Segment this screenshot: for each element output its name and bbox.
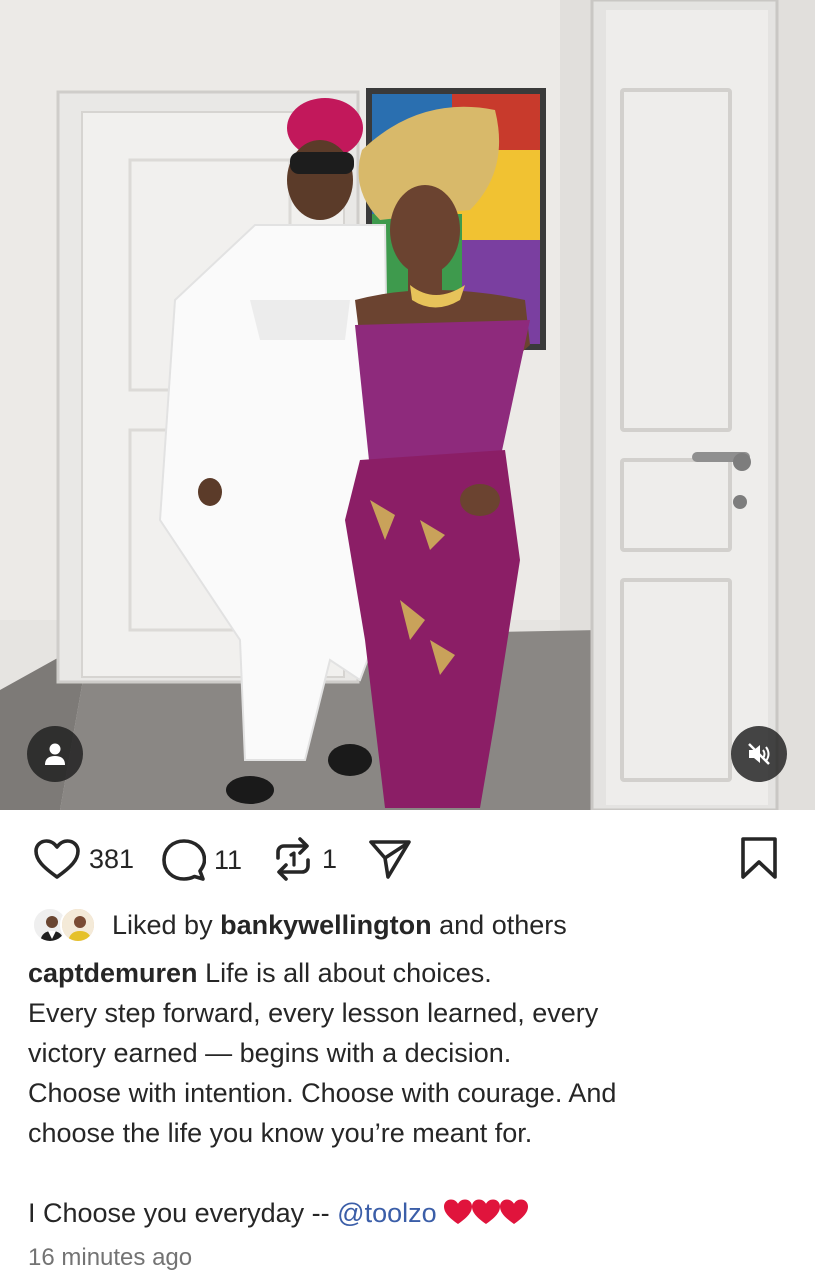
post-action-bar: 381 11 1	[0, 810, 815, 902]
share-button[interactable]	[368, 838, 412, 880]
heart-emojis	[443, 1198, 528, 1226]
red-heart-icon	[471, 1199, 500, 1224]
repost-icon	[276, 837, 310, 881]
like-button[interactable]: 381	[33, 838, 134, 880]
liker-avatars	[30, 905, 102, 945]
liked-by-suffix[interactable]: and others	[439, 910, 567, 941]
bookmark-icon	[741, 837, 777, 879]
mute-button[interactable]	[731, 726, 787, 782]
repost-count: 1	[322, 843, 338, 874]
liked-by-user-link[interactable]: bankywellington	[220, 910, 432, 941]
post-photo[interactable]	[0, 0, 815, 810]
comment-count: 11	[214, 844, 243, 875]
save-button[interactable]	[740, 836, 778, 880]
caption-line: victory earned — begins with a decision.	[28, 1038, 512, 1068]
liked-by-prefix: Liked by	[112, 909, 213, 940]
send-icon	[369, 840, 411, 879]
caption-line: choose the life you know you’re meant fo…	[28, 1118, 533, 1148]
caption-closing-text: I Choose you everyday --	[28, 1198, 330, 1228]
caption-line: Choose with intention. Choose with coura…	[28, 1078, 617, 1108]
comment-bubble-icon	[162, 839, 206, 881]
caption-line: Every step forward, every lesson learned…	[28, 998, 599, 1028]
caption-username[interactable]: captdemuren	[28, 958, 198, 988]
tagged-people-button[interactable]	[27, 726, 83, 782]
heart-icon	[34, 839, 80, 879]
post-caption: captdemuren Life is all about choices. E…	[28, 953, 798, 1233]
repost-button[interactable]: 1	[272, 836, 337, 882]
speaker-muted-icon	[748, 743, 770, 765]
person-icon	[45, 743, 65, 765]
red-heart-icon	[443, 1199, 472, 1224]
post-timestamp: 16 minutes ago	[28, 1244, 193, 1271]
like-count: 381	[89, 843, 135, 874]
caption-line: Life is all about choices.	[205, 958, 492, 988]
mention-link[interactable]: @toolzo	[337, 1198, 436, 1228]
post-image	[0, 0, 815, 810]
liked-by-line[interactable]: Liked by bankywellington and others	[30, 903, 567, 947]
avatar	[60, 907, 96, 943]
red-heart-icon	[499, 1199, 528, 1224]
comment-button[interactable]: 11	[162, 838, 242, 882]
